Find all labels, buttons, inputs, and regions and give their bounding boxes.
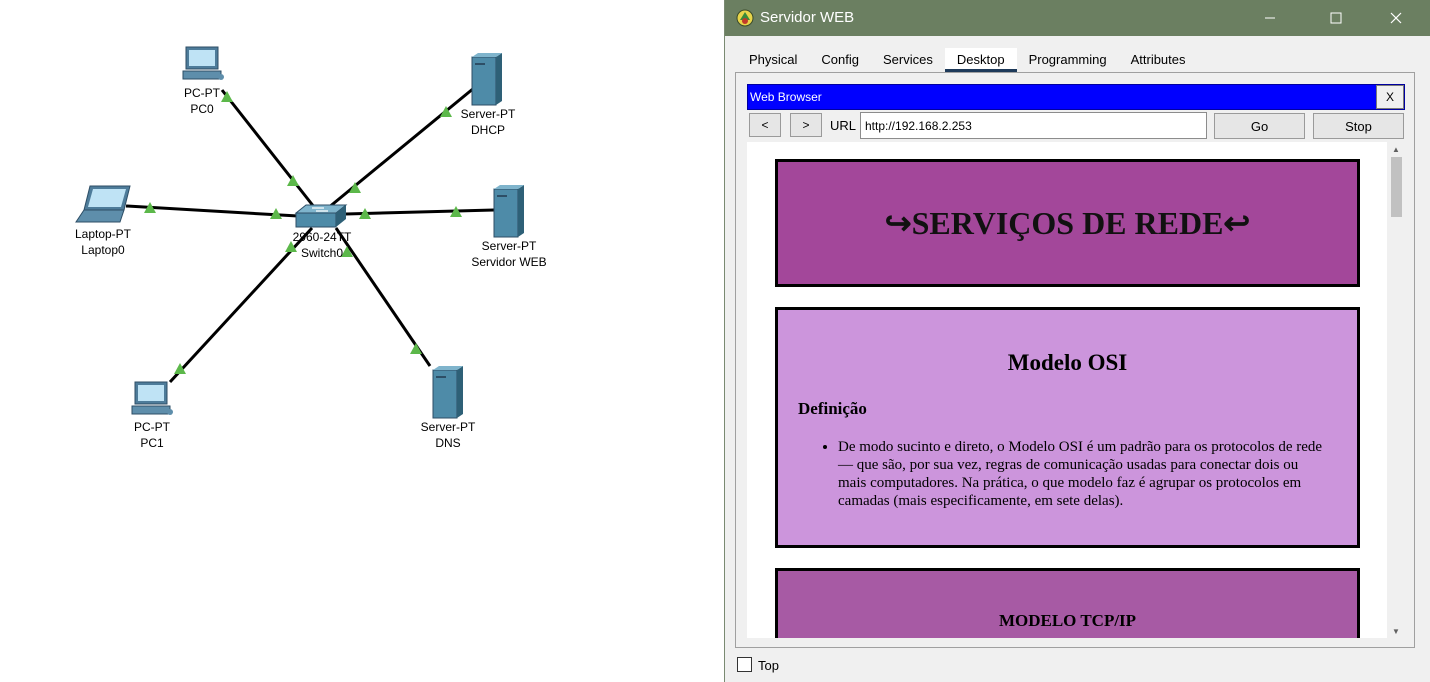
vertical-scrollbar[interactable]: ▲ ▼ — [1387, 142, 1405, 638]
top-checkbox-label: Top — [758, 658, 779, 673]
node-label-dhcp: Server-PT DHCP — [461, 106, 516, 138]
node-model: 2960-24TT — [292, 230, 352, 244]
list-item: De modo sucinto e direto, o Modelo OSI é… — [838, 438, 1328, 510]
stop-button[interactable]: Stop — [1313, 113, 1404, 139]
tab-attributes[interactable]: Attributes — [1119, 48, 1198, 72]
link-dhcp — [327, 86, 475, 210]
server-icon — [471, 53, 502, 106]
maximize-icon — [1330, 12, 1342, 24]
node-label-web: Server-PT Servidor WEB — [471, 238, 546, 270]
switch-icon — [294, 204, 348, 228]
node-model: Laptop-PT — [74, 227, 132, 241]
link-up-indicator — [410, 343, 422, 354]
node-model: Server-PT — [420, 420, 476, 434]
server-icon — [432, 366, 463, 419]
pc-icon — [182, 46, 224, 80]
node-name: Switch0 — [300, 246, 344, 260]
tab-config[interactable]: Config — [809, 48, 871, 72]
node-label-dns: Server-PT DNS — [421, 419, 476, 451]
node-model: Server-PT — [460, 107, 516, 121]
node-label-switch0: 2960-24TT Switch0 — [293, 229, 352, 261]
browser-viewport[interactable]: ↪SERVIÇOS DE REDE↩ Modelo OSI Definição … — [747, 142, 1405, 638]
desktop-panel: Web Browser X < > URL http://192.168.2.2… — [735, 72, 1415, 648]
web-browser-close-button[interactable]: X — [1376, 85, 1404, 109]
node-model: PC-PT — [134, 420, 170, 434]
page-header-section: ↪SERVIÇOS DE REDE↩ — [775, 159, 1360, 287]
topology-links — [75, 46, 524, 419]
scroll-down-arrow-icon[interactable]: ▼ — [1387, 624, 1405, 638]
server-icon — [493, 185, 524, 238]
scroll-up-arrow-icon[interactable]: ▲ — [1387, 142, 1405, 156]
web-browser-title: Web Browser — [750, 90, 822, 104]
node-name: DNS — [435, 436, 461, 450]
node-name: Laptop0 — [81, 243, 125, 257]
close-button[interactable] — [1373, 0, 1419, 36]
forward-button[interactable]: > — [790, 113, 822, 137]
url-label: URL — [830, 118, 857, 133]
tab-programming[interactable]: Programming — [1017, 48, 1119, 72]
osi-list: De modo sucinto e direto, o Modelo OSI é… — [838, 438, 1328, 510]
laptop-icon — [75, 185, 131, 223]
tcp-title: MODELO TCP/IP — [998, 611, 1137, 630]
node-name: DHCP — [470, 123, 505, 137]
device-window: Servidor WEB Physical Config Services De… — [724, 0, 1430, 682]
minimize-icon — [1265, 17, 1275, 19]
link-pc0 — [220, 89, 320, 213]
close-icon — [1390, 12, 1402, 24]
node-label-pc1: PC-PT PC1 — [134, 419, 170, 451]
node-name: Servidor WEB — [471, 255, 547, 269]
device-tabs: Physical Config Services Desktop Program… — [737, 48, 1198, 72]
osi-subtitle: Definição — [798, 399, 867, 418]
node-label-laptop0: Laptop-PT Laptop0 — [75, 226, 131, 258]
topology-canvas[interactable]: PC-PT PC0 Server-PT DHCP Laptop-PT Lapto… — [0, 0, 724, 682]
go-button[interactable]: Go — [1214, 113, 1305, 139]
screen: PC-PT PC0 Server-PT DHCP Laptop-PT Lapto… — [0, 0, 1430, 682]
node-name: PC1 — [140, 436, 164, 450]
pc-icon — [131, 381, 173, 415]
tab-services[interactable]: Services — [871, 48, 945, 72]
maximize-button[interactable] — [1313, 0, 1359, 36]
link-web — [345, 208, 495, 216]
back-button[interactable]: < — [749, 113, 781, 137]
tab-desktop[interactable]: Desktop — [944, 48, 1017, 72]
tcp-section: MODELO TCP/IP — [775, 568, 1360, 638]
window-titlebar[interactable]: Servidor WEB — [725, 0, 1430, 36]
osi-section: Modelo OSI Definição De modo sucinto e d… — [775, 307, 1360, 548]
scrollbar-thumb[interactable] — [1391, 157, 1402, 217]
tab-physical[interactable]: Physical — [737, 48, 809, 72]
web-browser-titlebar: Web Browser X — [747, 84, 1405, 110]
url-input[interactable]: http://192.168.2.253 — [860, 112, 1207, 139]
page-title: ↪SERVIÇOS DE REDE↩ — [884, 205, 1251, 241]
node-name: PC0 — [190, 102, 214, 116]
node-model: PC-PT — [184, 86, 220, 100]
osi-title: Modelo OSI — [1007, 350, 1128, 375]
top-checkbox[interactable] — [737, 657, 752, 672]
node-label-pc0: PC-PT PC0 — [184, 85, 220, 117]
minimize-button[interactable] — [1247, 0, 1293, 36]
window-title: Servidor WEB — [760, 9, 855, 26]
node-model: Server-PT — [481, 239, 537, 253]
packet-tracer-icon — [736, 9, 754, 27]
